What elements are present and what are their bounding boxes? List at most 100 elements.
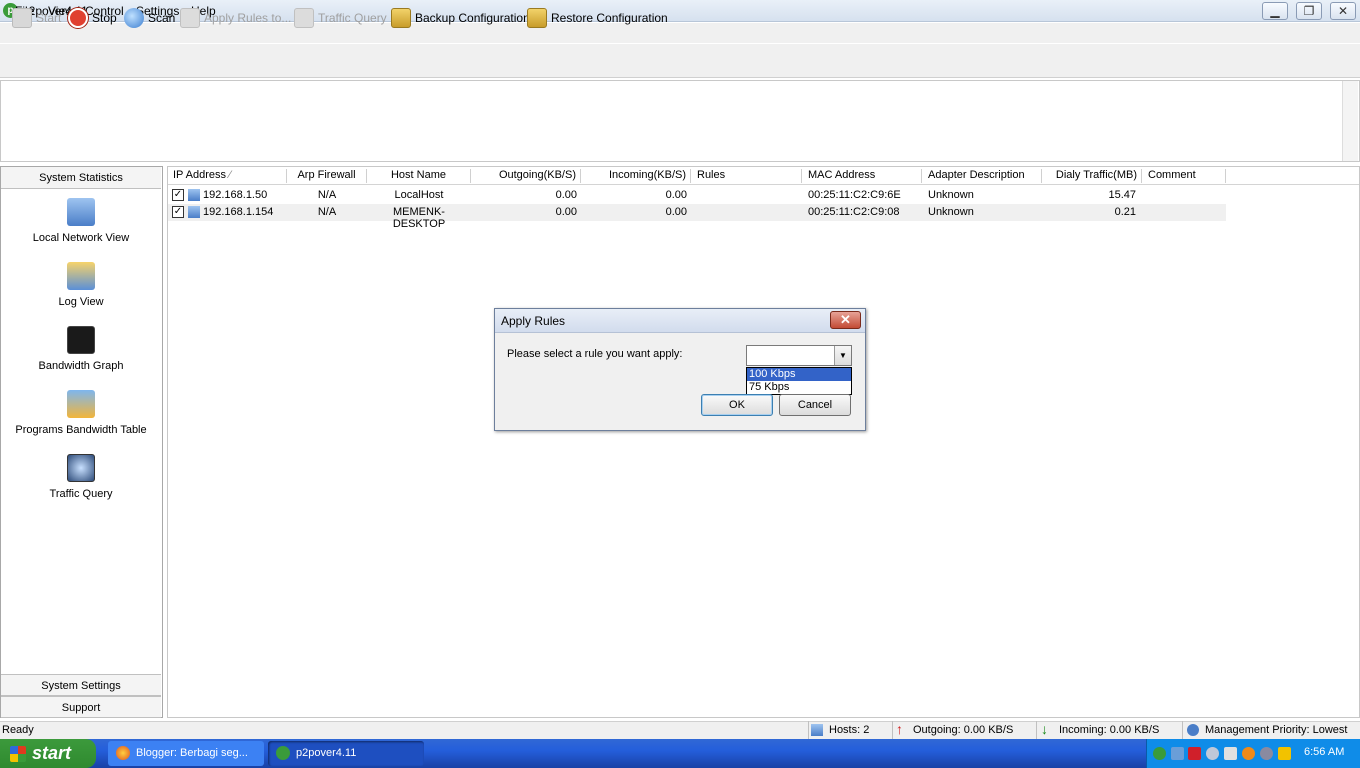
task-label: p2pover4.11: [296, 747, 357, 759]
cell-outgoing: 0.00: [555, 206, 577, 218]
backup-icon: [391, 8, 411, 28]
dialog-title: Apply Rules: [501, 314, 566, 328]
traffic-query-icon: [67, 454, 95, 482]
network-tray-icon[interactable]: [1171, 747, 1184, 760]
bluetooth-tray-icon[interactable]: [1206, 747, 1219, 760]
start-button[interactable]: Start: [12, 6, 61, 30]
sidebar-item-bandwidth-graph[interactable]: Bandwidth Graph: [1, 326, 161, 372]
cell-host: LocalHost: [394, 189, 444, 201]
sidebar-item-programs-bandwidth-table[interactable]: Programs Bandwidth Table: [1, 390, 161, 436]
row-checkbox[interactable]: ✓: [172, 206, 184, 218]
row-checkbox[interactable]: ✓: [172, 189, 184, 201]
col-arp-firewall[interactable]: Arp Firewall: [287, 169, 367, 183]
status-outgoing: Outgoing: 0.00 KB/S: [913, 724, 1014, 736]
chevron-down-icon[interactable]: ▼: [834, 346, 851, 365]
firefox-icon: [116, 746, 130, 760]
col-outgoing[interactable]: Outgoing(KB/S): [471, 169, 581, 183]
computer-icon: [188, 206, 200, 218]
col-adapter-description[interactable]: Adapter Description: [922, 169, 1042, 183]
restore-configuration-button[interactable]: Restore Configuration: [527, 6, 668, 30]
col-label: IP Address: [173, 169, 226, 181]
backup-configuration-button[interactable]: Backup Configuration: [391, 6, 530, 30]
sidebar-header-system-statistics[interactable]: System Statistics: [1, 167, 161, 189]
col-ip-address[interactable]: IP Address ⁄: [173, 169, 287, 183]
stop-icon: [68, 8, 88, 28]
minimize-button[interactable]: ▁: [1262, 2, 1288, 20]
cell-adapter: Unknown: [928, 206, 974, 218]
sort-icon: ⁄: [229, 169, 231, 181]
sidebar-item-traffic-query[interactable]: Traffic Query: [1, 454, 161, 500]
cell-adapter: Unknown: [928, 189, 974, 201]
traffic-query-button[interactable]: Traffic Query: [294, 6, 387, 30]
cell-incoming: 0.00: [665, 206, 687, 218]
sidebar-item-label: Programs Bandwidth Table: [15, 424, 147, 436]
task-label: Blogger: Berbagi seg...: [136, 747, 248, 759]
dialog-prompt: Please select a rule you want apply:: [507, 348, 683, 360]
ok-button[interactable]: OK: [701, 394, 773, 416]
log-icon: [67, 262, 95, 290]
monitor-tray-icon[interactable]: [1224, 747, 1237, 760]
col-mac-address[interactable]: MAC Address: [802, 169, 922, 183]
arrow-down-icon: ↓: [1041, 721, 1048, 737]
computer-icon: [188, 189, 200, 201]
rule-option-75kbps[interactable]: 75 Kbps: [747, 381, 851, 394]
cell-incoming: 0.00: [665, 189, 687, 201]
rule-option-100kbps[interactable]: 100 Kbps: [747, 368, 851, 381]
col-host-name[interactable]: Host Name: [367, 169, 471, 183]
cell-arp: N/A: [317, 189, 337, 201]
cell-traffic: 0.21: [1114, 206, 1136, 218]
check-icon: [12, 8, 32, 28]
toolbar: [0, 44, 1360, 78]
start-label: Start: [36, 11, 62, 25]
sidebar-item-log-view[interactable]: Log View: [1, 262, 161, 308]
col-comment[interactable]: Comment: [1142, 169, 1226, 183]
scan-label: Scan: [148, 11, 176, 25]
cell-arp: N/A: [317, 206, 337, 218]
hosts-icon: [811, 724, 823, 736]
log-area[interactable]: [0, 80, 1360, 162]
p2pover-tray-icon[interactable]: [1153, 747, 1166, 760]
sidebar-item-label: Bandwidth Graph: [38, 360, 124, 372]
scan-button[interactable]: Scan: [124, 6, 175, 30]
sidebar-system-settings[interactable]: System Settings: [1, 674, 161, 696]
magnifier-icon: [124, 8, 144, 28]
apply-rules-button[interactable]: Apply Rules to...: [180, 6, 291, 30]
stop-button[interactable]: Stop: [68, 6, 117, 30]
task-blogger[interactable]: Blogger: Berbagi seg...: [108, 741, 264, 766]
status-priority: Management Priority: Lowest: [1205, 724, 1348, 736]
col-incoming[interactable]: Incoming(KB/S): [581, 169, 691, 183]
status-incoming: Incoming: 0.00 KB/S: [1059, 724, 1160, 736]
stop-label: Stop: [92, 11, 117, 25]
sidebar-item-local-network-view[interactable]: Local Network View: [1, 198, 161, 244]
graph-icon: [67, 326, 95, 354]
task-p2pover[interactable]: p2pover4.11: [268, 741, 424, 766]
restore-icon: [527, 8, 547, 28]
cell-traffic: 15.47: [1108, 189, 1136, 201]
programs-icon: [67, 390, 95, 418]
power-tray-icon[interactable]: [1278, 747, 1291, 760]
antivirus-tray-icon[interactable]: [1242, 747, 1255, 760]
cancel-button[interactable]: Cancel: [779, 394, 851, 416]
col-rules[interactable]: Rules: [691, 169, 802, 183]
log-scrollbar[interactable]: [1342, 81, 1358, 161]
cell-ip: 192.168.1.50: [203, 189, 268, 201]
speaker-tray-icon[interactable]: [1260, 747, 1273, 760]
ati-tray-icon[interactable]: [1188, 747, 1201, 760]
apply-rules-label: Apply Rules to...: [204, 11, 292, 25]
dialog-close-button[interactable]: ✕: [830, 311, 861, 329]
cell-mac: 00:25:11:C2:C9:6E: [808, 189, 901, 201]
restore-button[interactable]: ❐: [1296, 2, 1322, 20]
col-daily-traffic[interactable]: Dialy Traffic(MB): [1042, 169, 1142, 183]
cell-mac: 00:25:11:C2:C9:08: [808, 206, 900, 218]
sidebar-item-label: Local Network View: [32, 232, 130, 244]
sidebar-support[interactable]: Support: [1, 696, 161, 718]
clock: 6:56 AM: [1304, 746, 1345, 758]
backup-label: Backup Configuration: [415, 11, 530, 25]
traffic-query-label: Traffic Query: [318, 11, 387, 25]
sidebar: [0, 166, 163, 718]
close-button[interactable]: ✕: [1330, 2, 1356, 20]
network-icon: [67, 198, 95, 226]
sidebar-item-label: Log View: [58, 296, 104, 308]
windows-flag-icon: [10, 746, 26, 762]
cell-outgoing: 0.00: [555, 189, 577, 201]
